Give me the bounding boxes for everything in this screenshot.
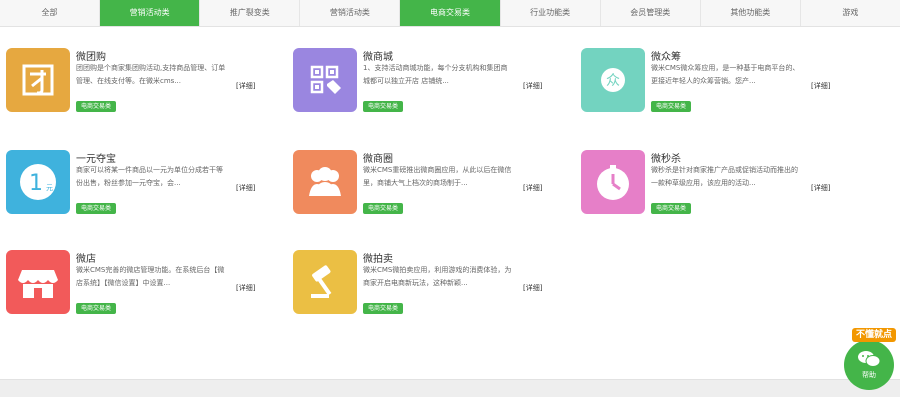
- app-card[interactable]: 微团购 团团购是个商家集团购活动,支持商品管理、订单管理、在线支付等。在微米cm…: [6, 48, 266, 120]
- app-card[interactable]: 微商城 1、支持活动商城功能，每个分支机构和集团商城都可以独立开店 店铺统...…: [293, 48, 553, 120]
- app-title[interactable]: 一元夺宝: [76, 150, 116, 165]
- detail-link[interactable]: [详细]: [523, 283, 542, 293]
- detail-link[interactable]: [详细]: [236, 183, 255, 193]
- app-card[interactable]: 微商圈 微米CMS重磅推出微商圈应用，从此以后在微信里，商铺大气上档次的商场制于…: [293, 150, 553, 222]
- app-desc: 微秒杀是针对商家推广产品或促销活动而推出的一款种草级应用，该应用的活动...: [651, 166, 798, 187]
- detail-link[interactable]: [详细]: [236, 81, 255, 91]
- category-badge: 电商交易类: [363, 203, 404, 214]
- shop-icon[interactable]: [6, 250, 70, 314]
- svg-text:众: 众: [606, 73, 620, 89]
- app-card[interactable]: 1元 一元夺宝 商家可以将某一件商品以一元为单位分成若干等份出售，粉丝参加一元夺…: [6, 150, 266, 222]
- svg-text:1: 1: [29, 171, 43, 196]
- one-yuan-icon[interactable]: 1元: [6, 150, 70, 214]
- svg-text:元: 元: [46, 184, 53, 192]
- category-badge: 电商交易类: [651, 203, 692, 214]
- app-card[interactable]: 微秒杀 微秒杀是针对商家推广产品或促销活动而推出的一款种草级应用，该应用的活动.…: [581, 150, 841, 222]
- category-tabs: 全部 营销活动类 推广裂变类 营销活动类 电商交易类 行业功能类 会员管理类 其…: [0, 0, 900, 27]
- footer-bar: [0, 379, 900, 397]
- app-desc: 团团购是个商家集团购活动,支持商品管理、订单管理、在线支付等。在微米cms...: [76, 64, 226, 85]
- app-card[interactable]: 微店 微米CMS完善的微店管理功能。在系统后台【微店系统】【微信设置】中设置..…: [6, 250, 266, 322]
- app-title[interactable]: 微商圈: [363, 150, 393, 165]
- detail-link[interactable]: [详细]: [811, 81, 830, 91]
- detail-link[interactable]: [详细]: [811, 183, 830, 193]
- help-tag[interactable]: 不懂就点: [852, 328, 897, 342]
- tab-member[interactable]: 会员管理类: [601, 0, 701, 26]
- gavel-icon[interactable]: [293, 250, 357, 314]
- app-desc: 微米CMS完善的微店管理功能。在系统后台【微店系统】【微信设置】中设置...: [76, 266, 225, 287]
- clock-icon[interactable]: [581, 150, 645, 214]
- app-card[interactable]: 微拍卖 微米CMS微拍卖应用，利用游戏的消费体验，为商家开启电商新玩法，这种新颖…: [293, 250, 553, 322]
- app-desc: 微米CMS微众筹应用，是一种基于电商平台的、更接近年轻人的众筹营销。您产...: [651, 64, 800, 85]
- detail-link[interactable]: [详细]: [236, 283, 255, 293]
- category-badge: 电商交易类: [76, 203, 117, 214]
- tab-all[interactable]: 全部: [0, 0, 101, 26]
- category-badge: 电商交易类: [651, 101, 692, 112]
- chat-bubbles-icon: [858, 351, 881, 367]
- category-badge: 电商交易类: [76, 303, 117, 314]
- qr-tag-icon[interactable]: [293, 48, 357, 112]
- help-label: 帮助: [862, 371, 876, 379]
- app-title[interactable]: 微店: [76, 250, 96, 265]
- category-badge: 电商交易类: [76, 101, 117, 112]
- app-title[interactable]: 微商城: [363, 48, 393, 63]
- category-badge: 电商交易类: [363, 101, 404, 112]
- app-title[interactable]: 微拍卖: [363, 250, 393, 265]
- app-card[interactable]: 众 微众筹 微米CMS微众筹应用，是一种基于电商平台的、更接近年轻人的众筹营销。…: [581, 48, 841, 120]
- app-title[interactable]: 微众筹: [651, 48, 681, 63]
- category-badge: 电商交易类: [363, 303, 404, 314]
- tuan-icon[interactable]: [6, 48, 70, 112]
- people-icon[interactable]: [293, 150, 357, 214]
- app-desc: 1、支持活动商城功能，每个分支机构和集团商城都可以独立开店 店铺统...: [363, 64, 508, 85]
- tab-other[interactable]: 其他功能类: [701, 0, 801, 26]
- app-title[interactable]: 微秒杀: [651, 150, 681, 165]
- app-desc: 微米CMS微拍卖应用，利用游戏的消费体验，为商家开启电商新玩法，这种新颖...: [363, 266, 512, 287]
- detail-link[interactable]: [详细]: [523, 81, 542, 91]
- app-desc: 微米CMS重磅推出微商圈应用，从此以后在微信里，商铺大气上档次的商场制于...: [363, 166, 512, 187]
- tab-games[interactable]: 游戏: [801, 0, 900, 26]
- zhong-icon[interactable]: 众: [581, 48, 645, 112]
- tab-industry[interactable]: 行业功能类: [501, 0, 601, 26]
- detail-link[interactable]: [详细]: [523, 183, 542, 193]
- help-button[interactable]: 帮助: [844, 340, 894, 390]
- app-title[interactable]: 微团购: [76, 48, 106, 63]
- app-desc: 商家可以将某一件商品以一元为单位分成若干等份出售，粉丝参加一元夺宝，会...: [76, 166, 223, 187]
- tab-ecommerce[interactable]: 电商交易类: [400, 0, 501, 26]
- tab-promotion[interactable]: 推广裂变类: [200, 0, 301, 26]
- tab-marketing-activity[interactable]: 营销活动类: [300, 0, 401, 26]
- tab-marketing[interactable]: 营销活动类: [100, 0, 201, 26]
